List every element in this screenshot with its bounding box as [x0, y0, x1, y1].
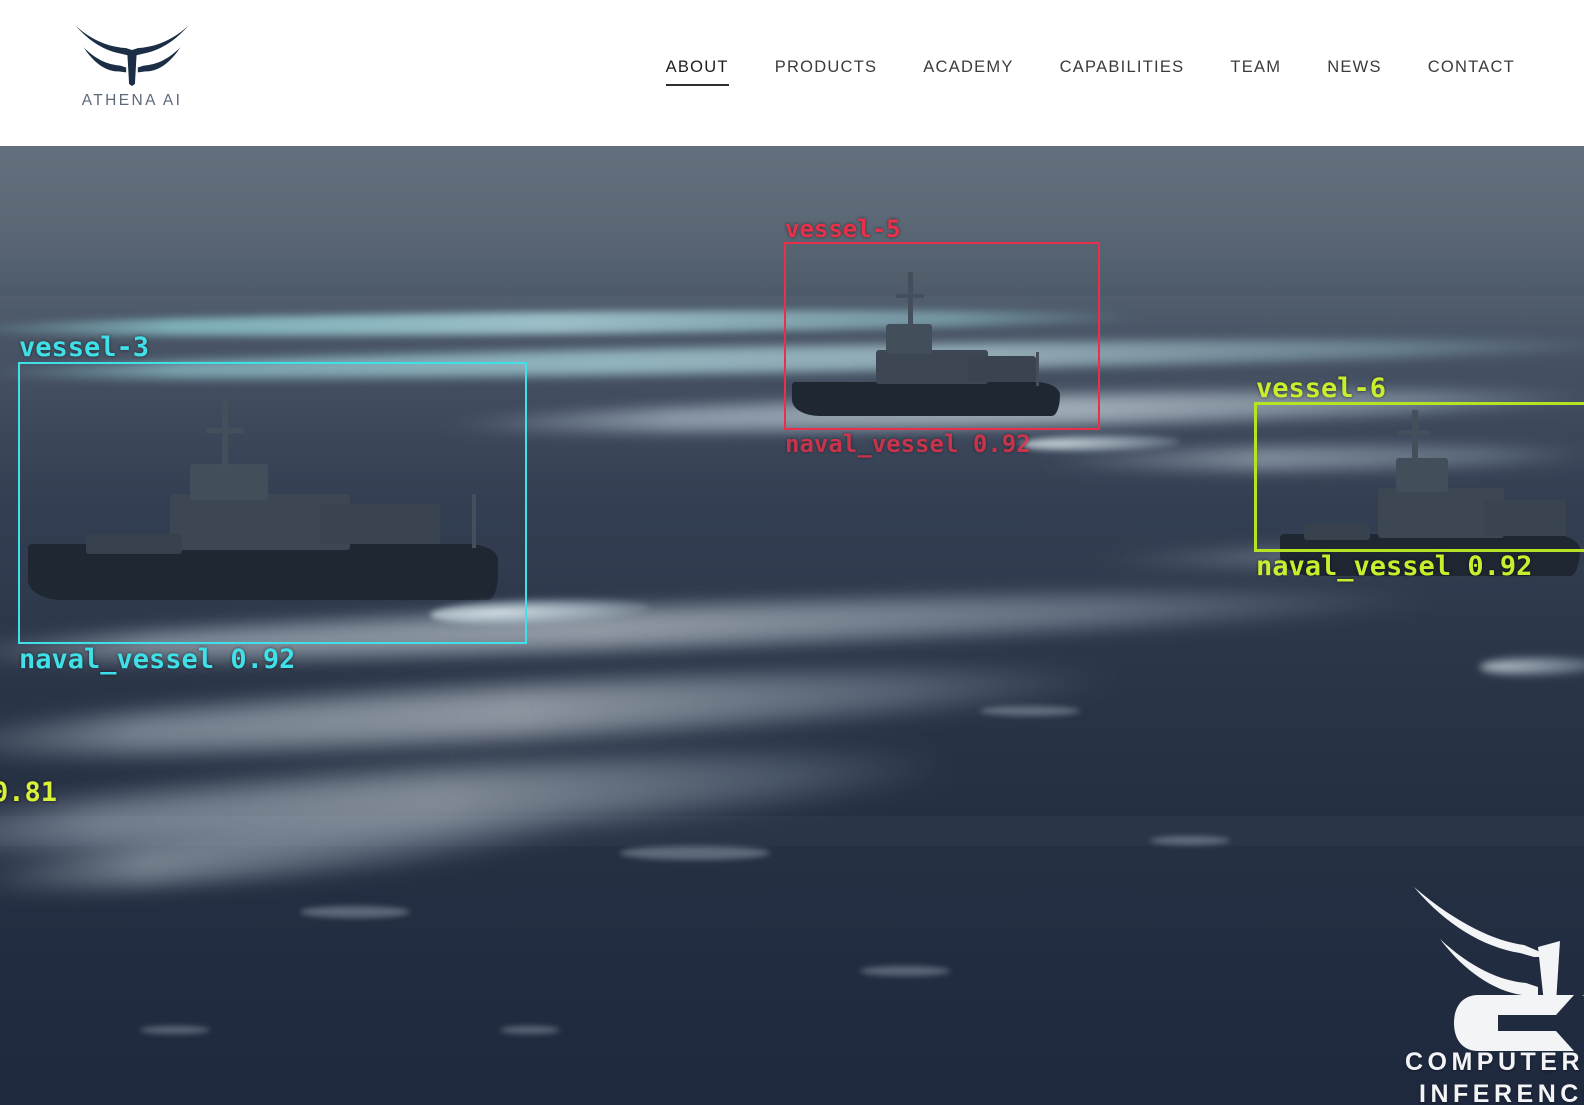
detection-class-label-vessel-3: naval_vessel 0.92 — [19, 644, 296, 675]
nav-item-capabilities[interactable]: CAPABILITIES — [1037, 58, 1208, 86]
detection-class-label-vessel-6: naval_vessel 0.92 — [1256, 551, 1533, 582]
wake-streak — [0, 652, 1121, 772]
wake-streak — [0, 578, 1441, 674]
athena-wings-logo-icon — [75, 25, 189, 86]
detection-box-vessel-5: vessel-5 naval_vessel 0.92 — [784, 217, 1100, 456]
detection-clipped-score-label: 0.81 — [0, 777, 58, 808]
foam-fleck — [980, 706, 1080, 716]
sea-tone-band — [0, 846, 1584, 1105]
foam-fleck — [300, 906, 410, 918]
nav-item-news[interactable]: NEWS — [1304, 58, 1405, 86]
cv-monogram-icon — [1454, 995, 1584, 1051]
foam-fleck — [1150, 836, 1230, 845]
nav-item-about[interactable]: ABOUT — [643, 58, 752, 86]
nav-item-team[interactable]: TEAM — [1207, 58, 1304, 86]
watermark-line-2: INFERENCE — [1419, 1080, 1584, 1105]
watermark-line-1: COMPUTER — [1404, 1048, 1584, 1076]
sea-tone-band — [0, 296, 1584, 496]
nav-item-academy[interactable]: ACADEMY — [900, 58, 1036, 86]
vessel-shape-5 — [790, 258, 1090, 428]
wake-streak — [0, 305, 1141, 341]
sea-tone-band — [0, 146, 1584, 326]
brand-logo[interactable]: ATHENA AI — [52, 18, 212, 110]
vessel-bow-spray — [1479, 654, 1584, 678]
wake-streak — [0, 733, 961, 871]
sea-tone-band — [0, 576, 1584, 816]
nav-item-contact[interactable]: CONTACT — [1405, 58, 1538, 86]
detection-track-label-vessel-6: vessel-6 — [1256, 373, 1387, 404]
foam-fleck — [500, 1026, 560, 1034]
wake-streak — [0, 331, 1584, 387]
vessel-shape-3 — [20, 376, 520, 616]
foam-fleck — [620, 846, 770, 860]
main-navigation: ABOUT PRODUCTS ACADEMY CAPABILITIES TEAM… — [643, 58, 1538, 86]
wake-streak — [439, 381, 1584, 441]
detection-box-vessel-6: vessel-6 naval_vessel 0.92 — [1254, 375, 1584, 580]
wake-streak — [1039, 442, 1584, 474]
detection-box-vessel-3: vessel-3 naval_vessel 0.92 — [18, 334, 527, 673]
nav-item-products[interactable]: PRODUCTS — [752, 58, 901, 86]
video-watermark: COMPUTER INFERENCE — [1330, 883, 1584, 1105]
brand-name: ATHENA AI — [81, 92, 183, 109]
foam-fleck — [140, 1026, 210, 1034]
foam-fleck — [860, 966, 950, 976]
detection-class-label-vessel-5: naval_vessel 0.92 — [785, 430, 1031, 458]
vessel-bow-spray — [429, 594, 651, 628]
vessel-bow-spray — [1019, 432, 1181, 454]
detection-track-label-vessel-5: vessel-5 — [785, 215, 901, 243]
vessel-shape-6 — [1280, 410, 1584, 584]
detection-track-label-vessel-3: vessel-3 — [19, 332, 150, 363]
wake-streak — [0, 809, 581, 903]
hero-video-stage[interactable]: vessel-3 naval_vessel 0.92 vessel-5 nava… — [0, 146, 1584, 1105]
athena-wings-watermark-icon — [1414, 887, 1560, 1003]
site-header: ATHENA AI ABOUT PRODUCTS ACADEMY CAPABIL… — [0, 0, 1584, 146]
wake-streak — [1089, 540, 1584, 572]
